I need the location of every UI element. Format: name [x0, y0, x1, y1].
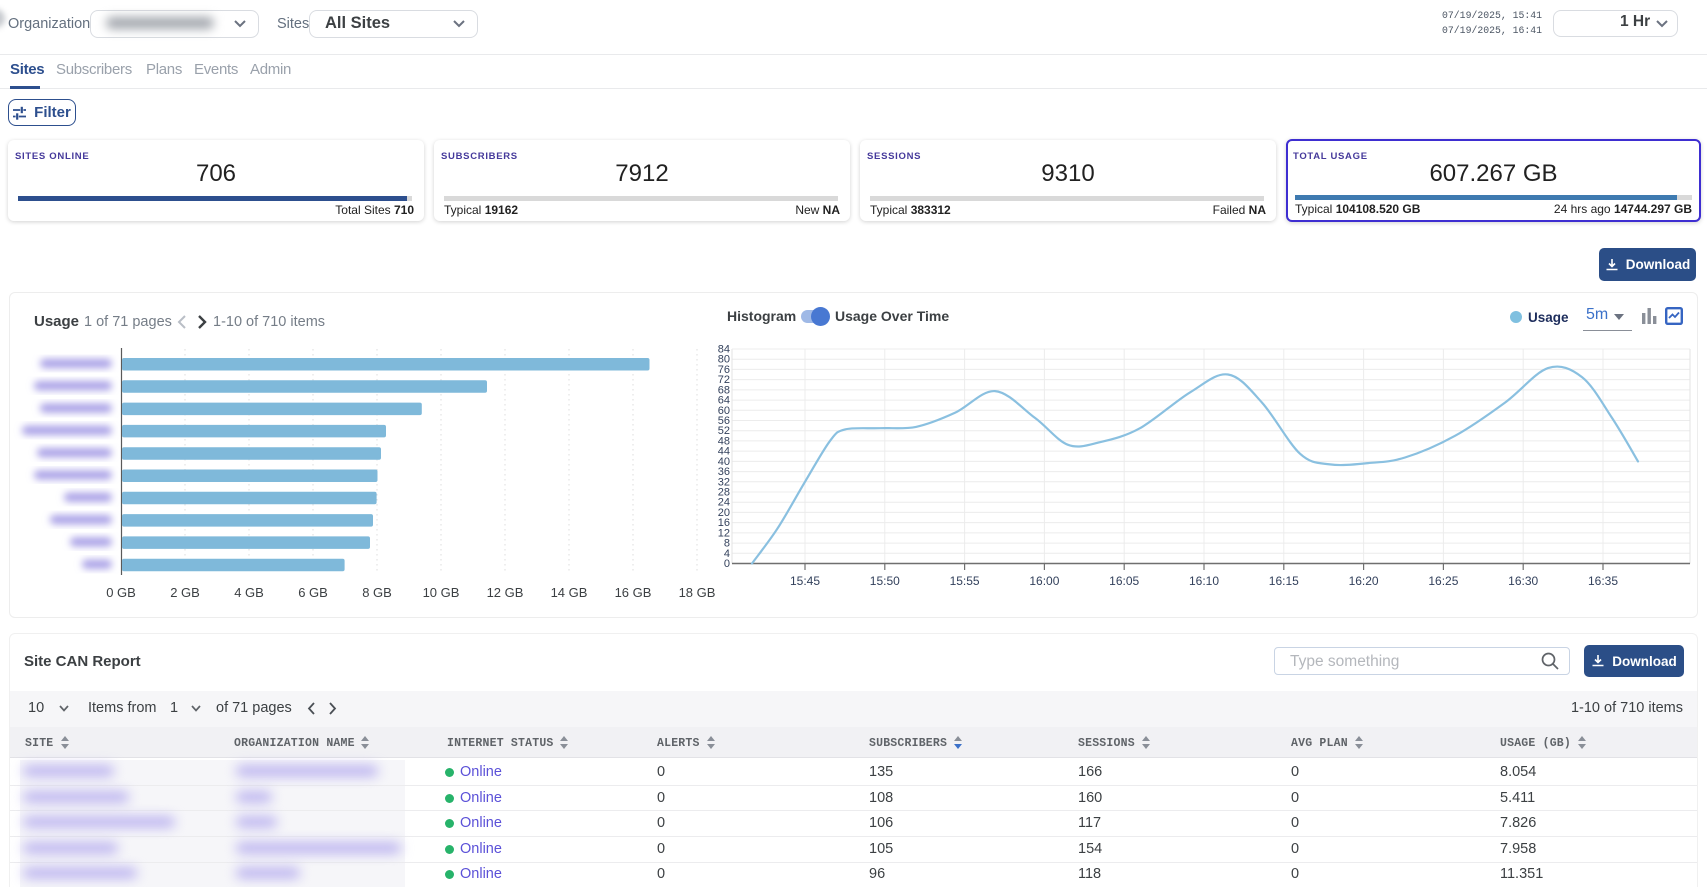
svg-text:16:15: 16:15	[1269, 574, 1299, 588]
svg-text:16:20: 16:20	[1349, 574, 1379, 588]
svg-text:40: 40	[718, 456, 730, 468]
svg-text:15:50: 15:50	[870, 574, 900, 588]
svg-text:16:35: 16:35	[1588, 574, 1618, 588]
svg-text:52: 52	[718, 425, 730, 437]
svg-text:80: 80	[718, 354, 730, 366]
svg-text:15:55: 15:55	[950, 574, 980, 588]
svg-text:15:45: 15:45	[790, 574, 820, 588]
svg-text:16:05: 16:05	[1109, 574, 1139, 588]
svg-text:16:30: 16:30	[1508, 574, 1538, 588]
svg-text:16:10: 16:10	[1189, 574, 1219, 588]
svg-text:16:00: 16:00	[1029, 574, 1059, 588]
svg-text:84: 84	[718, 344, 730, 356]
svg-text:16:25: 16:25	[1428, 574, 1458, 588]
svg-text:68: 68	[718, 384, 730, 396]
svg-text:12: 12	[718, 527, 730, 539]
svg-text:24: 24	[718, 497, 730, 509]
